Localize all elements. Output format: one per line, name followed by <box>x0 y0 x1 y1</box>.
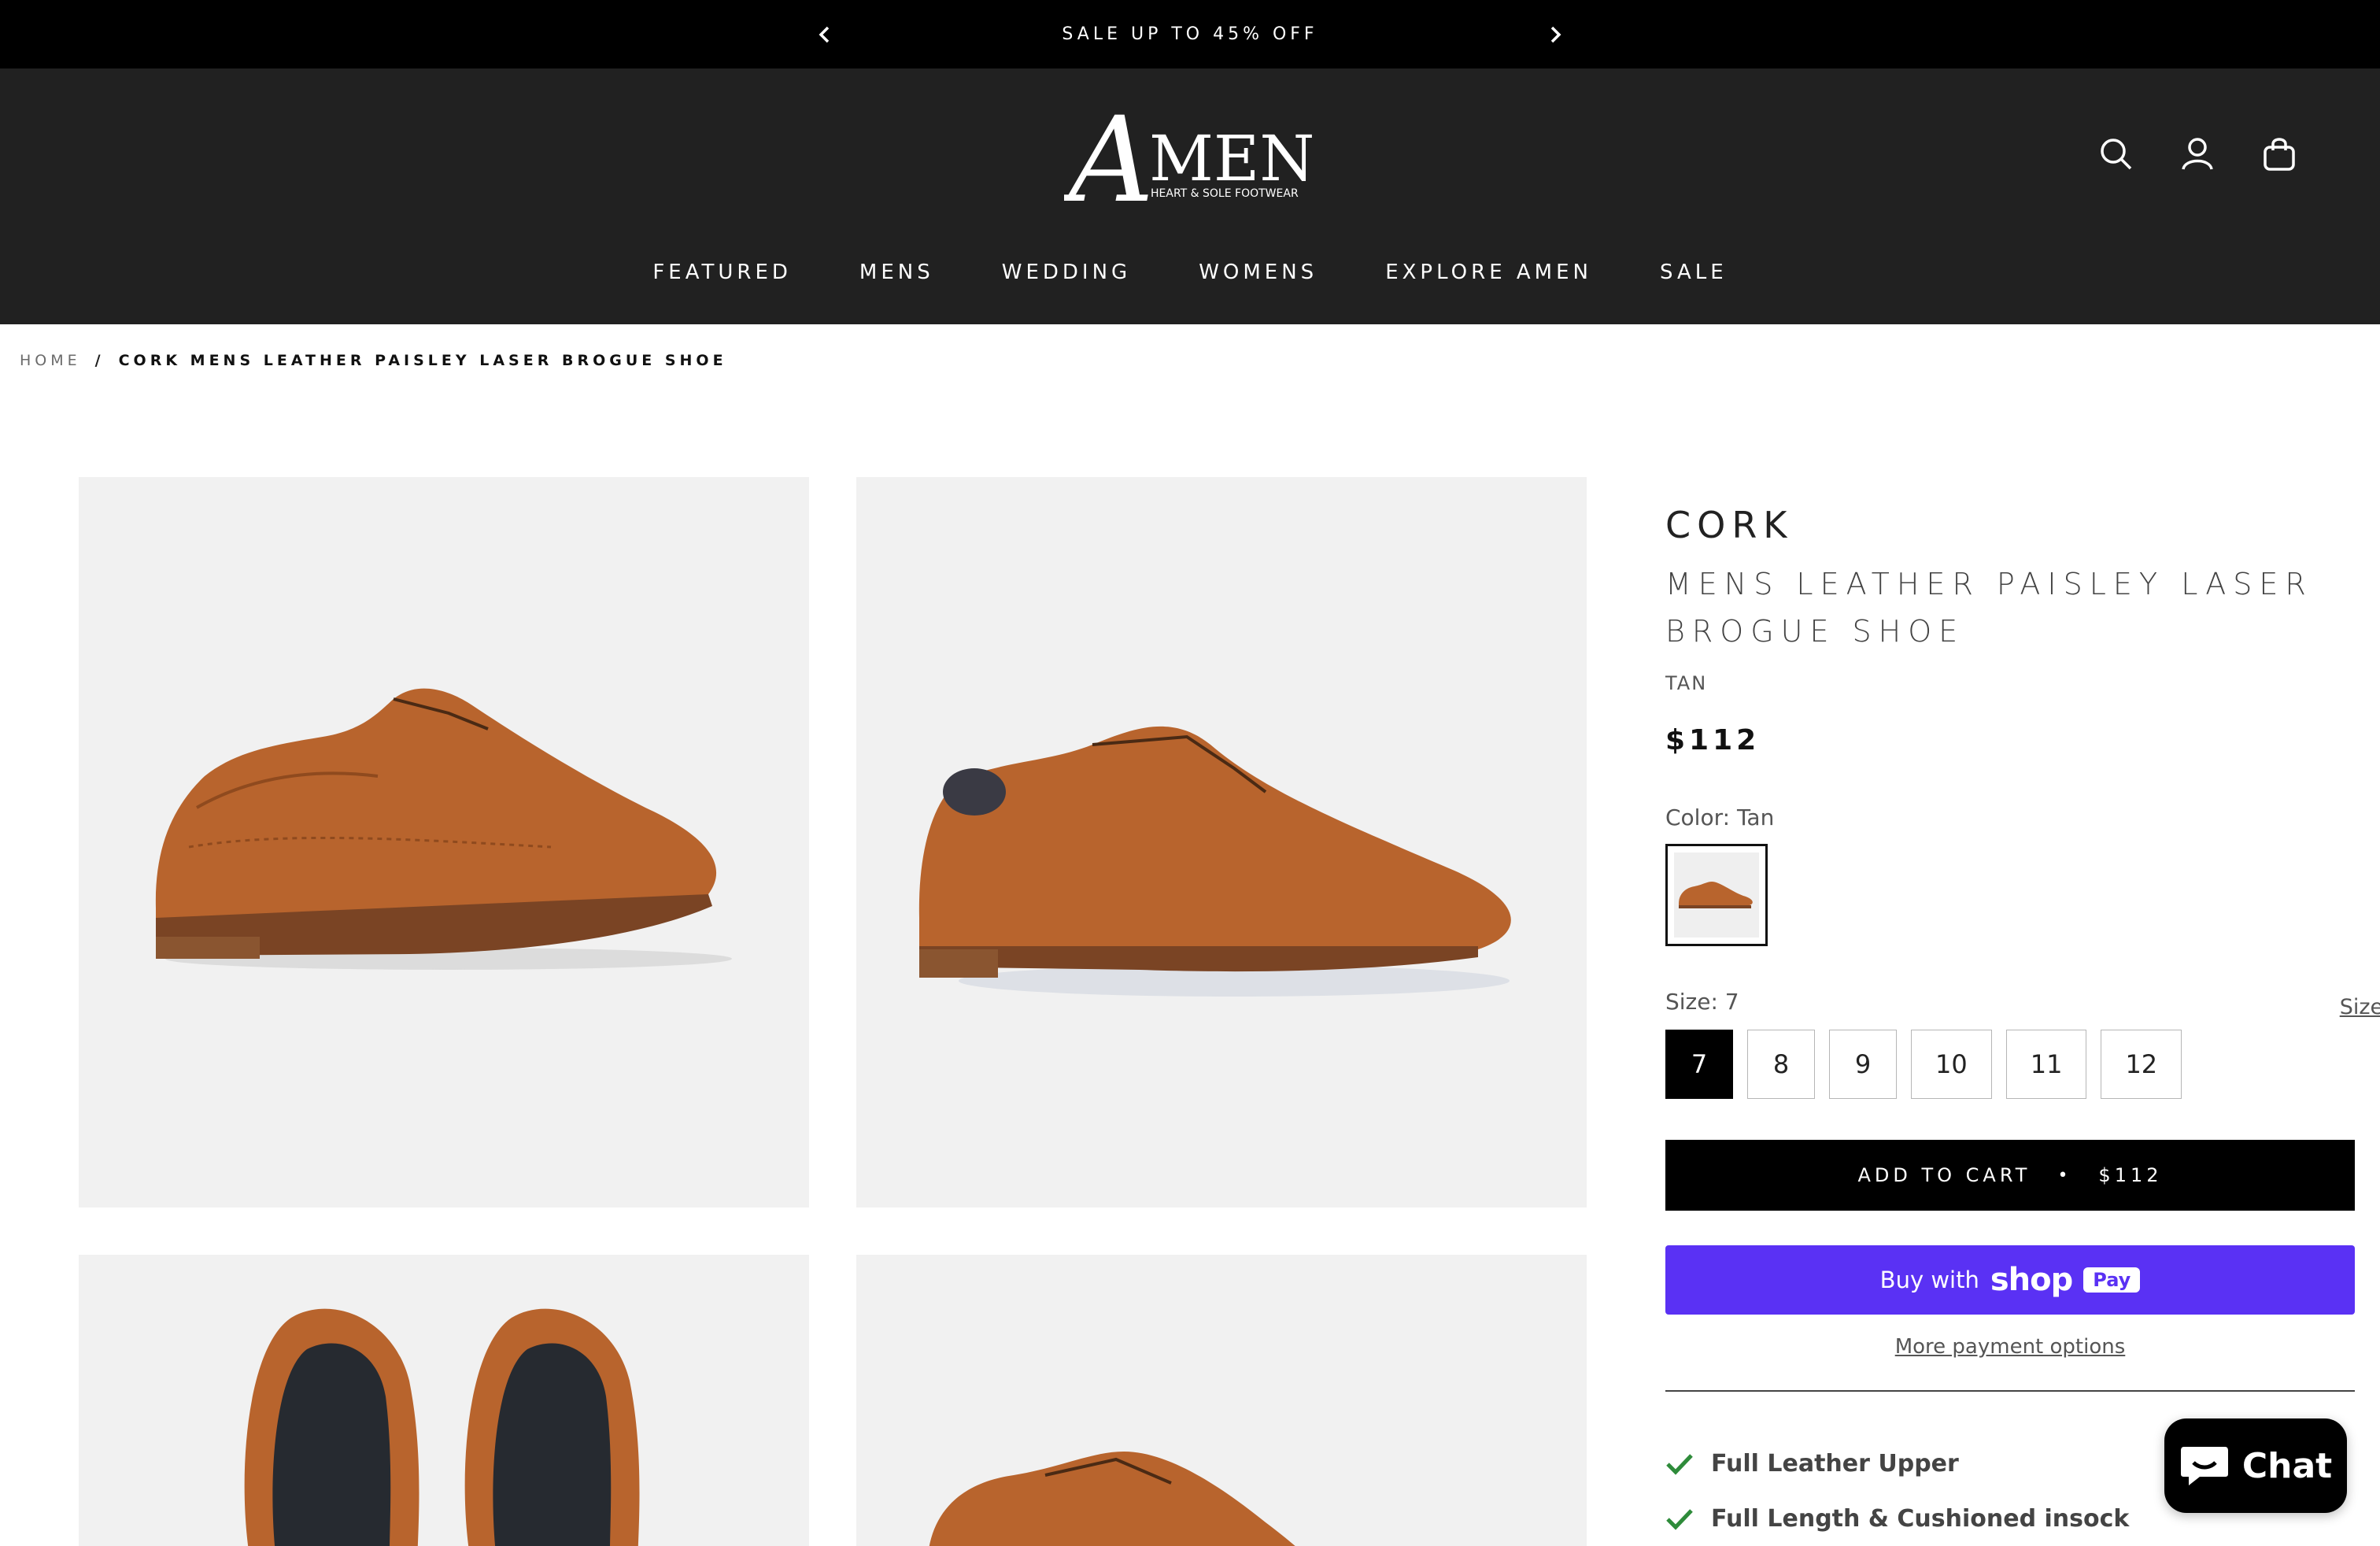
product-image-insole[interactable] <box>79 1255 809 1546</box>
svg-text:A: A <box>1064 92 1154 218</box>
nav-womens[interactable]: WOMENS <box>1199 261 1318 284</box>
size-option-9[interactable]: 9 <box>1829 1030 1897 1099</box>
product-color: TAN <box>1665 672 1708 694</box>
product-price: $112 <box>1665 724 1761 756</box>
header-icons <box>2097 135 2298 172</box>
chat-button[interactable]: Chat <box>2164 1418 2347 1513</box>
color-label: Color: Tan <box>1665 804 1775 830</box>
cart-icon[interactable] <box>2260 135 2298 172</box>
amen-logo[interactable]: A MEN HEART & SOLE FOOTWEAR <box>1059 92 1316 229</box>
nav-sale[interactable]: SALE <box>1660 261 1728 284</box>
shoe-thumbnail-icon <box>1679 882 1753 908</box>
feature-item: Full Length & Cushioned insock <box>1665 1505 2129 1533</box>
next-announcement-button[interactable] <box>1541 20 1569 49</box>
size-options: 7 8 9 10 11 12 <box>1665 1030 2182 1099</box>
more-payment-options-link[interactable]: More payment options <box>1665 1335 2355 1359</box>
size-label: Size: 7 <box>1665 989 1739 1015</box>
size-option-12[interactable]: 12 <box>2101 1030 2182 1099</box>
account-icon[interactable] <box>2179 135 2216 172</box>
product-name-line-2: BROGUE SHOE <box>1665 614 1965 649</box>
add-to-cart-separator: • <box>2057 1165 2072 1185</box>
breadcrumb-home[interactable]: HOME <box>20 352 81 369</box>
nav-featured[interactable]: FEATURED <box>652 261 792 284</box>
breadcrumb-separator: / <box>94 352 105 369</box>
main-navigation: FEATURED MENS WEDDING WOMENS EXPLORE AME… <box>0 261 2380 284</box>
divider <box>1665 1390 2355 1392</box>
buy-with-shop-pay-button[interactable]: Buy with shop Pay <box>1665 1245 2355 1315</box>
breadcrumb-current: CORK MENS LEATHER PAISLEY LASER BROGUE S… <box>118 352 727 369</box>
site-header: A MEN HEART & SOLE FOOTWEAR FEATURED MEN… <box>0 68 2380 324</box>
feature-text: Full Length & Cushioned insock <box>1711 1505 2130 1533</box>
checkmark-icon <box>1666 1453 1693 1475</box>
product-info: CORK MENS LEATHER PAISLEY LASER BROGUE S… <box>1665 504 2380 1533</box>
size-guide-link[interactable]: Size Guide <box>2340 995 2380 1019</box>
breadcrumb: HOME / CORK MENS LEATHER PAISLEY LASER B… <box>20 352 727 369</box>
add-to-cart-button[interactable]: ADD TO CART • $112 <box>1665 1140 2355 1211</box>
product-image-detail[interactable] <box>856 1255 1587 1546</box>
announcement-text: SALE UP TO 45% OFF <box>1062 24 1318 44</box>
size-option-8[interactable]: 8 <box>1747 1030 1815 1099</box>
shoppay-pay-badge: Pay <box>2083 1267 2141 1293</box>
product-name: MENS LEATHER PAISLEY LASER BROGUE SHOE <box>1665 560 2358 655</box>
size-option-7[interactable]: 7 <box>1665 1030 1733 1099</box>
chat-bubble-icon <box>2180 1447 2228 1485</box>
nav-wedding[interactable]: WEDDING <box>1002 261 1131 284</box>
product-image-three-quarter[interactable] <box>856 477 1587 1208</box>
announcement-bar: SALE UP TO 45% OFF <box>0 0 2380 68</box>
shoppay-buy-text: Buy with <box>1879 1267 1979 1293</box>
shoppay-shop-logo: shop <box>1990 1262 2073 1298</box>
product-brand: CORK <box>1665 504 1794 546</box>
chevron-right-icon <box>1550 26 1561 43</box>
color-swatch-tan[interactable] <box>1665 844 1768 946</box>
checkmark-icon <box>1666 1508 1693 1530</box>
nav-mens[interactable]: MENS <box>859 261 934 284</box>
nav-explore-amen[interactable]: EXPLORE AMEN <box>1385 261 1592 284</box>
add-to-cart-label: ADD TO CART <box>1857 1164 2031 1186</box>
size-option-11[interactable]: 11 <box>2005 1030 2087 1099</box>
chat-label: Chat <box>2241 1445 2333 1486</box>
product-name-line-1: MENS LEATHER PAISLEY LASER <box>1665 567 2313 601</box>
search-icon[interactable] <box>2097 135 2134 172</box>
product-image-side[interactable] <box>79 477 809 1208</box>
feature-item: Full Leather Upper <box>1665 1450 1959 1478</box>
add-to-cart-price: $112 <box>2098 1164 2163 1186</box>
feature-text: Full Leather Upper <box>1711 1450 1959 1478</box>
svg-text:HEART & SOLE FOOTWEAR: HEART & SOLE FOOTWEAR <box>1151 187 1299 200</box>
svg-text:MEN: MEN <box>1149 122 1314 195</box>
size-option-10[interactable]: 10 <box>1911 1030 1992 1099</box>
